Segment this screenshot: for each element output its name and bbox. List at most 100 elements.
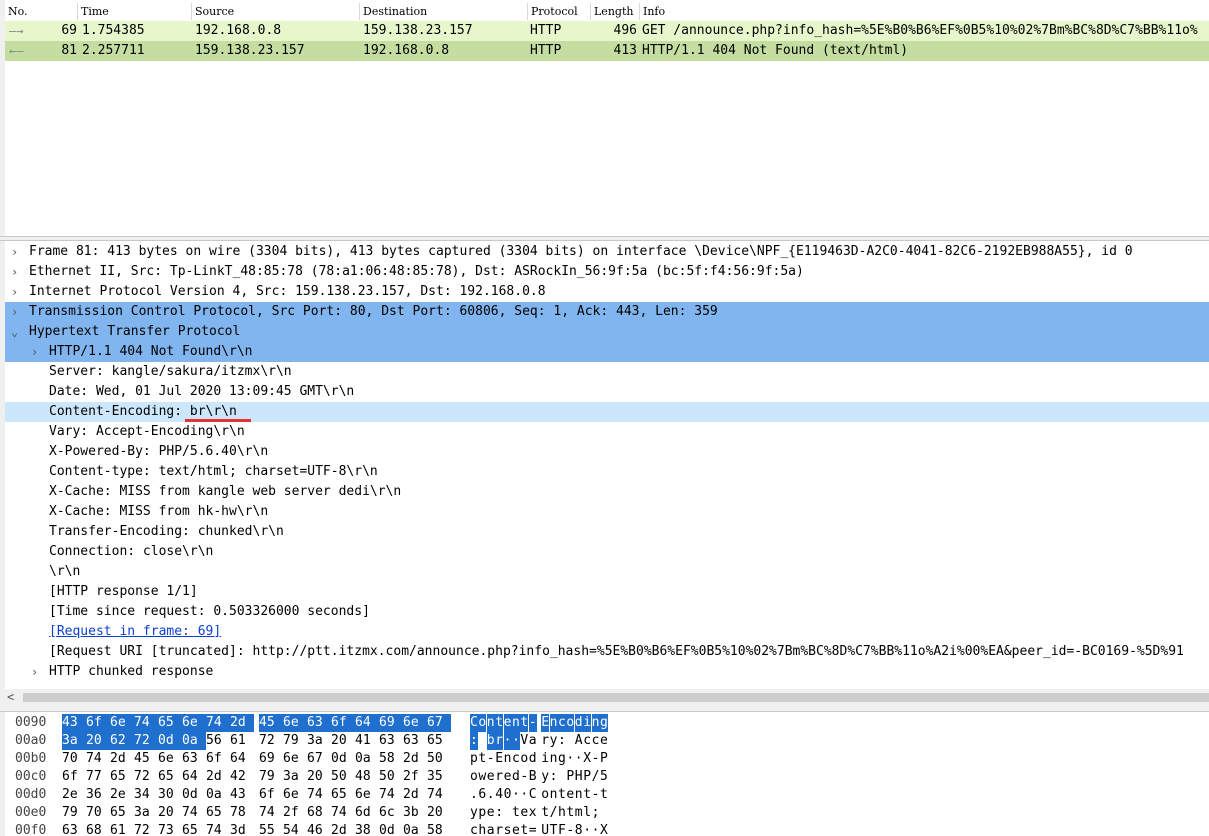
tree-item-x-cache[interactable]: X-Cache: MISS from kangle web server ded… bbox=[5, 482, 1209, 502]
ascii-char[interactable]: o bbox=[478, 714, 487, 732]
hex-byte[interactable]: 2f bbox=[283, 804, 307, 822]
column-header-time[interactable]: Time bbox=[78, 3, 192, 20]
chevron-right-icon[interactable]: › bbox=[11, 302, 25, 322]
tree-item-x-cache-hw[interactable]: X-Cache: MISS from hk-hw\r\n bbox=[5, 502, 1209, 522]
hex-byte[interactable]: 3a bbox=[307, 732, 331, 750]
hex-byte[interactable]: 69 bbox=[379, 714, 403, 732]
ascii-char[interactable]: · bbox=[583, 822, 591, 836]
ascii-char[interactable]: - bbox=[520, 768, 528, 786]
ascii-char[interactable]: A bbox=[575, 732, 583, 750]
ascii-char[interactable]: o bbox=[566, 714, 575, 732]
hex-byte[interactable]: 20 bbox=[86, 732, 110, 750]
tree-item-status-line[interactable]: › HTTP/1.1 404 Not Found\r\n bbox=[5, 342, 1209, 362]
hex-byte[interactable]: 70 bbox=[86, 804, 110, 822]
ascii-char[interactable]: t bbox=[520, 822, 528, 836]
tree-item-response-num[interactable]: [HTTP response 1/1] bbox=[5, 582, 1209, 602]
ascii-char[interactable]: a bbox=[529, 732, 537, 750]
hex-byte[interactable]: 73 bbox=[158, 822, 182, 836]
scroll-left-icon[interactable]: < bbox=[7, 689, 14, 706]
ascii-char[interactable]: n bbox=[486, 714, 495, 732]
hex-byte[interactable]: 54 bbox=[283, 822, 307, 836]
hex-byte[interactable]: 70 bbox=[62, 750, 86, 768]
hex-byte[interactable]: 6e bbox=[283, 786, 307, 804]
hex-byte[interactable]: 34 bbox=[134, 786, 158, 804]
hex-byte[interactable]: 0a bbox=[355, 750, 379, 768]
ascii-char[interactable]: : bbox=[495, 804, 503, 822]
hex-byte[interactable]: 65 bbox=[110, 804, 134, 822]
hex-byte[interactable]: 2d bbox=[110, 750, 134, 768]
tree-item-server[interactable]: Server: kangle/sakura/itzmx\r\n bbox=[5, 362, 1209, 382]
ascii-char[interactable]: l bbox=[583, 804, 591, 822]
hex-byte[interactable]: 63 bbox=[379, 732, 403, 750]
hex-byte[interactable]: 2d bbox=[230, 714, 254, 732]
hex-row[interactable]: 00b0 70 74 2d 45 6e 63 6f 64 69 6e 67 0d 0a 58 2d 50 p t - E… bbox=[5, 750, 1209, 768]
hex-byte[interactable]: 6f bbox=[86, 714, 110, 732]
hex-byte[interactable]: 6f bbox=[259, 786, 283, 804]
hex-byte[interactable]: 79 bbox=[62, 804, 86, 822]
hex-byte[interactable]: 65 bbox=[110, 768, 134, 786]
ascii-char[interactable]: - bbox=[487, 750, 495, 768]
hex-byte[interactable]: 65 bbox=[427, 732, 451, 750]
ascii-char[interactable]: 5 bbox=[600, 768, 608, 786]
scrollbar-thumb[interactable] bbox=[23, 693, 1209, 702]
ascii-char[interactable]: - bbox=[528, 714, 537, 732]
hex-byte[interactable]: 3a bbox=[62, 732, 86, 750]
ascii-char[interactable]: r bbox=[495, 768, 503, 786]
column-header-protocol[interactable]: Protocol bbox=[528, 3, 591, 20]
hex-byte[interactable]: 3b bbox=[403, 804, 427, 822]
column-header-no[interactable]: No. bbox=[5, 3, 78, 20]
hex-byte[interactable]: 3d bbox=[230, 822, 254, 836]
hex-byte[interactable]: 65 bbox=[206, 804, 230, 822]
ascii-char[interactable]: n bbox=[550, 786, 558, 804]
ascii-char[interactable]: C bbox=[529, 786, 537, 804]
ascii-char[interactable]: - bbox=[592, 750, 600, 768]
hex-byte[interactable]: 45 bbox=[134, 750, 158, 768]
ascii-char[interactable]: m bbox=[575, 804, 583, 822]
ascii-char[interactable]: 6 bbox=[478, 786, 486, 804]
hex-byte[interactable]: 0d bbox=[182, 786, 206, 804]
ascii-char[interactable]: · bbox=[520, 786, 528, 804]
hex-byte[interactable]: 65 bbox=[331, 786, 355, 804]
hex-byte[interactable]: 65 bbox=[158, 714, 182, 732]
hex-byte[interactable]: 6e bbox=[182, 714, 206, 732]
hex-byte[interactable]: 43 bbox=[230, 786, 254, 804]
hex-byte[interactable]: 0d bbox=[331, 750, 355, 768]
hex-byte[interactable]: 6e bbox=[283, 750, 307, 768]
hex-row[interactable]: 00f0 63 68 61 72 73 65 74 3d 55 54 46 2d 38 0d 0a 58 c h a r… bbox=[5, 822, 1209, 836]
packet-row-request[interactable]: —→ 69 1.754385 192.168.0.8 159.138.23.15… bbox=[5, 21, 1209, 41]
ascii-char[interactable]: w bbox=[478, 768, 486, 786]
hex-byte[interactable]: 6f bbox=[331, 714, 355, 732]
hex-byte[interactable]: 74 bbox=[259, 804, 283, 822]
ascii-char[interactable]: b bbox=[486, 732, 495, 750]
hex-byte[interactable]: 6e bbox=[355, 786, 379, 804]
chevron-right-icon[interactable]: › bbox=[11, 262, 25, 282]
ascii-char[interactable]: n bbox=[504, 750, 512, 768]
hex-byte[interactable]: 6e bbox=[158, 750, 182, 768]
hex-byte[interactable]: 2d bbox=[403, 786, 427, 804]
hex-byte[interactable]: 72 bbox=[134, 732, 158, 750]
tree-item-vary[interactable]: Vary: Accept-Encoding\r\n bbox=[5, 422, 1209, 442]
ascii-char[interactable]: e bbox=[600, 732, 608, 750]
ascii-char[interactable]: n bbox=[550, 750, 558, 768]
ascii-char[interactable]: P bbox=[583, 768, 591, 786]
hex-byte[interactable]: 74 bbox=[134, 714, 158, 732]
hex-byte[interactable]: 2d bbox=[206, 768, 230, 786]
hex-byte[interactable]: 63 bbox=[182, 750, 206, 768]
hex-byte[interactable]: 0a bbox=[182, 732, 206, 750]
hex-byte[interactable]: 72 bbox=[134, 822, 158, 836]
ascii-char[interactable]: · bbox=[512, 732, 520, 750]
hex-byte[interactable]: 30 bbox=[158, 786, 182, 804]
chevron-right-icon[interactable]: › bbox=[31, 342, 45, 362]
hex-byte[interactable]: 6d bbox=[355, 804, 379, 822]
packet-bytes-pane[interactable]: 0090 43 6f 6e 74 65 6e 74 2d 45 6e 63 6f 64 69 6e 67 Co n t… bbox=[5, 712, 1209, 836]
ascii-char[interactable]: · bbox=[503, 732, 512, 750]
ascii-char[interactable]: a bbox=[487, 822, 495, 836]
ascii-char[interactable]: X bbox=[600, 822, 608, 836]
ascii-char[interactable]: y bbox=[550, 732, 558, 750]
hex-row[interactable]: 00c0 6f 77 65 72 65 64 2d 42 79 3a 20 50 48 50 2f 35 o w e r… bbox=[5, 768, 1209, 786]
ascii-char[interactable]: - bbox=[592, 786, 600, 804]
ascii-char[interactable]: E bbox=[495, 750, 503, 768]
chevron-right-icon[interactable]: › bbox=[31, 662, 45, 682]
packet-row-response-selected[interactable]: ←— 81 2.257711 159.138.23.157 192.168.0.… bbox=[5, 41, 1209, 61]
hex-byte[interactable]: 6e bbox=[403, 714, 427, 732]
